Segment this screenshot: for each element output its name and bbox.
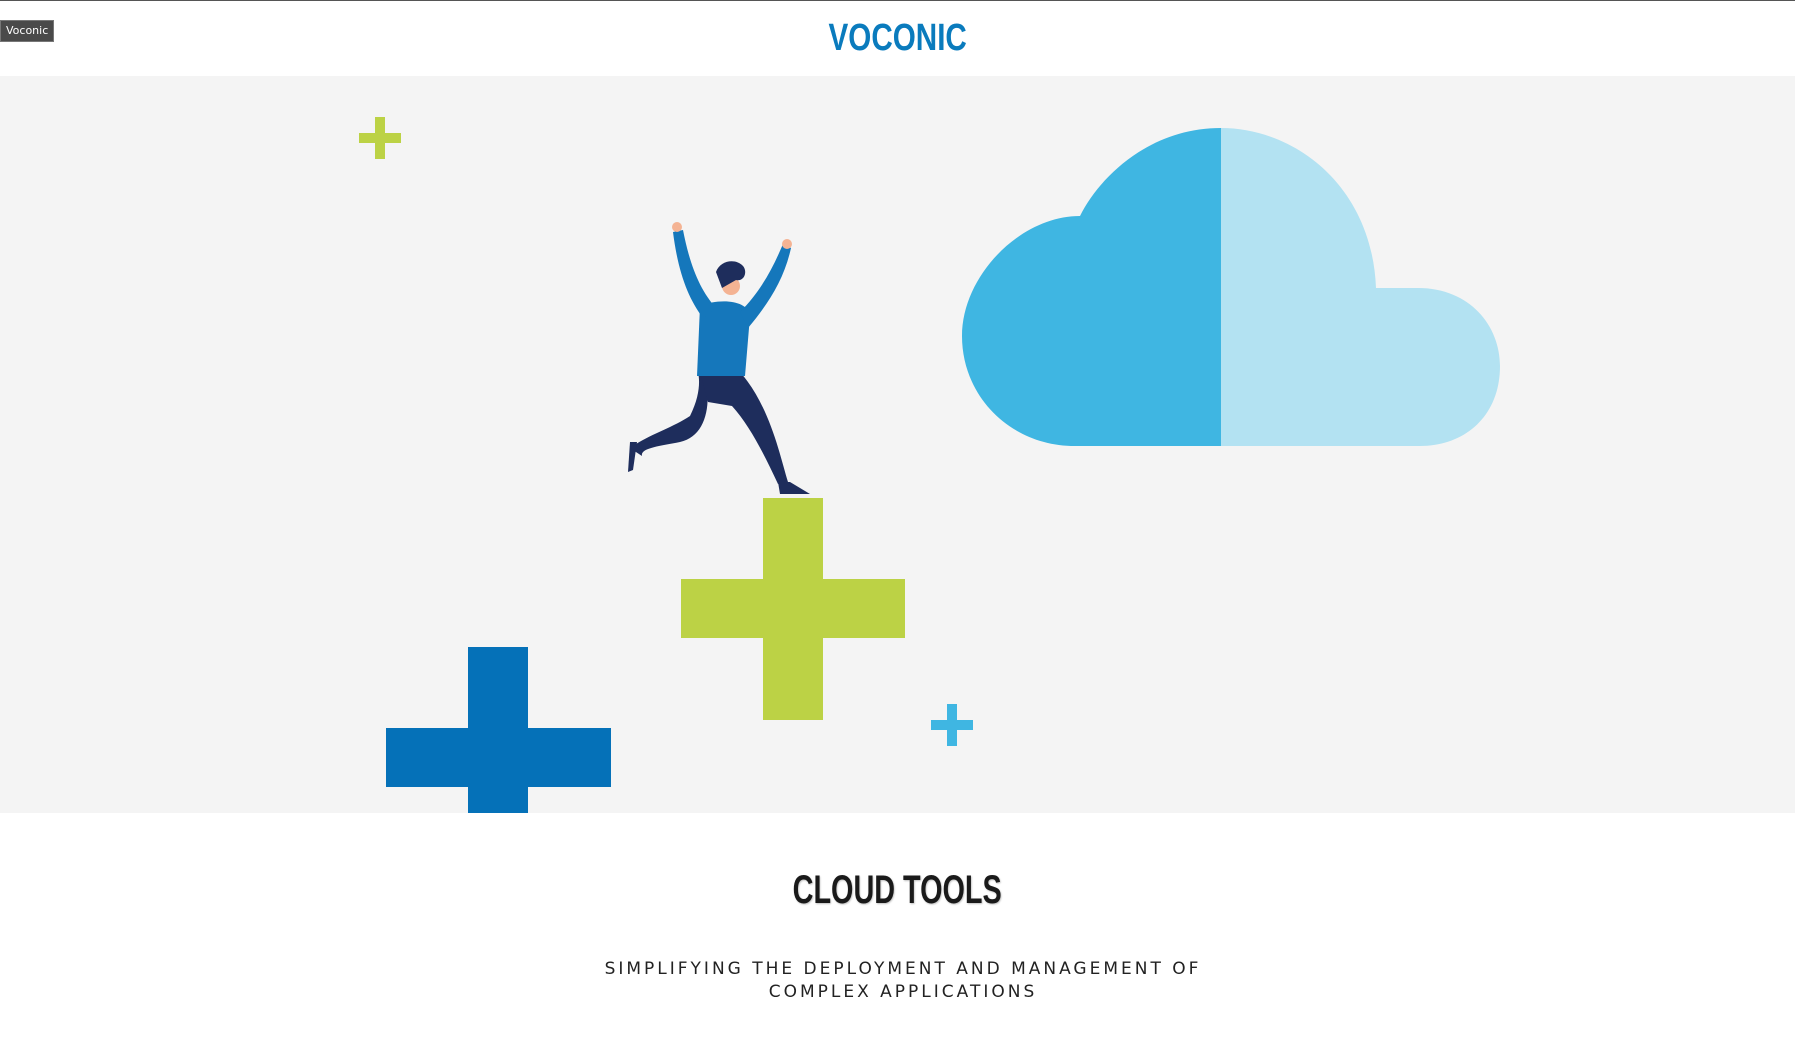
site-logo[interactable]: VOCONIC: [828, 17, 966, 60]
section-title: CLOUD TOOLS: [0, 868, 1795, 913]
large-blue-plus-icon: [386, 647, 611, 813]
small-blue-plus-icon: [931, 704, 973, 746]
section-title-text: CLOUD TOOLS: [792, 868, 1003, 912]
large-green-plus-icon: [681, 498, 905, 720]
tab-tooltip: Voconic: [0, 20, 55, 42]
person-jumping-icon: [628, 222, 810, 494]
subtitle-line-1: SIMPLIFYING THE DEPLOYMENT AND MANAGEMEN…: [604, 959, 1202, 979]
site-header: VOCONIC: [0, 1, 1795, 76]
cloud-icon: [962, 128, 1500, 446]
small-green-plus-icon: [359, 117, 401, 159]
subtitle-line-2: COMPLEX APPLICATIONS: [768, 982, 1038, 1002]
hero-illustration: [0, 76, 1795, 813]
hero-svg: [359, 117, 1500, 813]
section-subtitle: SIMPLIFYING THE DEPLOYMENT AND MANAGEMEN…: [597, 958, 1209, 1004]
